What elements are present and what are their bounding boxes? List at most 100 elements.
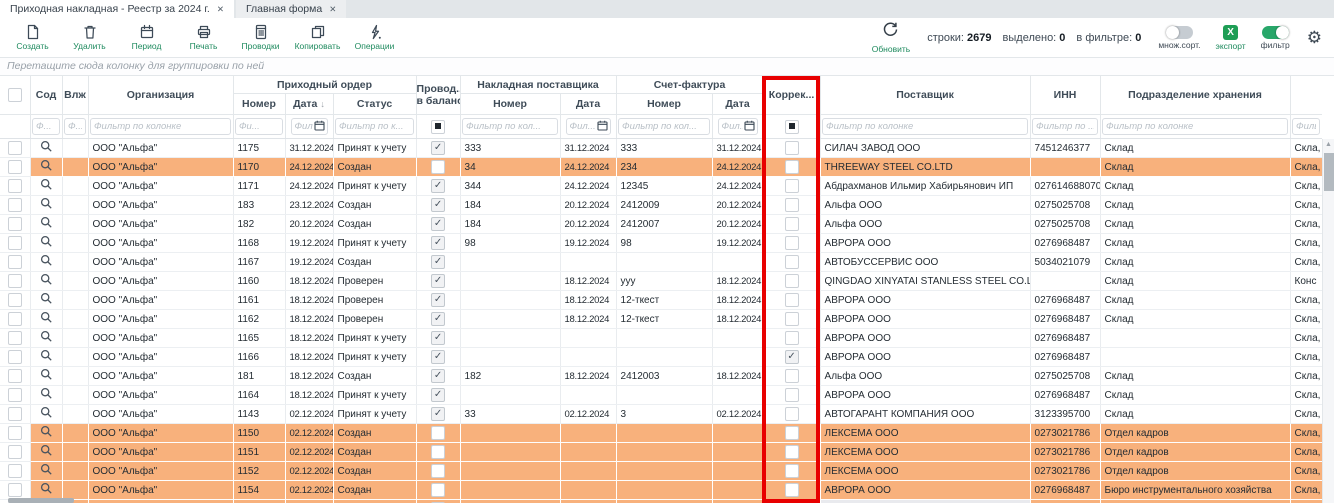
column-header-wh[interactable]: [1290, 76, 1322, 115]
checkbox-checked[interactable]: ✓: [431, 293, 445, 307]
checkbox-unchecked[interactable]: [8, 407, 22, 421]
filter-input-vlzh[interactable]: [64, 118, 86, 135]
checkbox-checked[interactable]: ✓: [431, 350, 445, 364]
checkbox-unchecked[interactable]: [8, 179, 22, 193]
table-row[interactable]: ООО "Альфа"18118.12.2024Создан✓18218.12.…: [0, 367, 1322, 386]
view-details-icon[interactable]: [40, 335, 53, 346]
column-header-po_num[interactable]: Номер: [233, 94, 285, 115]
view-details-icon[interactable]: [40, 259, 53, 270]
filter-input-po_date[interactable]: [294, 120, 314, 133]
view-details-icon[interactable]: [40, 221, 53, 232]
vertical-scrollbar[interactable]: ▲: [1322, 139, 1334, 503]
checkbox-unchecked[interactable]: [785, 255, 799, 269]
tristate-checkbox[interactable]: [785, 120, 799, 134]
table-row[interactable]: ООО "Альфа"116518.12.2024Принят к учету✓…: [0, 329, 1322, 348]
filter-input-sod[interactable]: [32, 118, 60, 135]
column-header-sf_date[interactable]: Дата: [712, 94, 763, 115]
checkbox-unchecked[interactable]: [8, 236, 22, 250]
checkbox-unchecked[interactable]: [8, 198, 22, 212]
calendar-small-icon[interactable]: [314, 120, 325, 134]
column-header-balance[interactable]: Провод...в балансе: [416, 76, 460, 115]
tab-2[interactable]: Главная форма✕: [236, 0, 346, 18]
view-details-icon[interactable]: [40, 411, 53, 422]
checkbox-checked[interactable]: ✓: [431, 255, 445, 269]
проводки-button[interactable]: Проводки: [232, 20, 289, 56]
checkbox-unchecked[interactable]: [785, 483, 799, 497]
view-details-icon[interactable]: [40, 392, 53, 403]
date-filter[interactable]: [291, 118, 328, 135]
horizontal-scrollbar-thumb[interactable]: [8, 498, 74, 503]
column-header-po_date[interactable]: Дата↓: [285, 94, 333, 115]
view-details-icon[interactable]: [40, 373, 53, 384]
filter-input-dept[interactable]: [1102, 118, 1288, 135]
checkbox-unchecked[interactable]: [8, 369, 22, 383]
view-details-icon[interactable]: [40, 487, 53, 498]
checkbox-unchecked[interactable]: [8, 350, 22, 364]
checkbox-checked[interactable]: ✓: [431, 198, 445, 212]
column-header-inn[interactable]: ИНН: [1030, 76, 1100, 115]
tab-close-icon[interactable]: ✕: [217, 4, 224, 15]
view-details-icon[interactable]: [40, 240, 53, 251]
view-details-icon[interactable]: [40, 164, 53, 175]
checkbox-unchecked[interactable]: [431, 483, 445, 497]
table-row[interactable]: ООО "Альфа"114302.12.2024Принят к учету✓…: [0, 405, 1322, 424]
table-row[interactable]: ООО "Альфа"117531.12.2024Принят к учету✓…: [0, 139, 1322, 158]
column-header-vlzh[interactable]: Влж: [62, 76, 88, 115]
filter-input-np_date[interactable]: [569, 120, 597, 133]
column-header-dept[interactable]: Подразделение хранения: [1100, 76, 1290, 115]
checkbox-unchecked[interactable]: [785, 331, 799, 345]
checkbox-checked[interactable]: ✓: [431, 217, 445, 231]
export-button[interactable]: Xэкспорт: [1215, 25, 1245, 51]
refresh-button[interactable]: Обновить: [872, 21, 911, 54]
tab-1[interactable]: Приходная накладная - Реестр за 2024 г.✕: [0, 0, 234, 18]
checkbox-checked[interactable]: ✓: [431, 179, 445, 193]
column-header-sf_num[interactable]: Номер: [616, 94, 712, 115]
view-details-icon[interactable]: [40, 449, 53, 460]
множсорт-toggle[interactable]: множ.сорт.: [1158, 26, 1200, 50]
view-details-icon[interactable]: [40, 430, 53, 441]
checkbox-unchecked[interactable]: [785, 160, 799, 174]
checkbox-unchecked[interactable]: [8, 464, 22, 478]
checkbox-checked[interactable]: ✓: [431, 312, 445, 326]
период-button[interactable]: Период: [118, 20, 175, 56]
view-details-icon[interactable]: [40, 278, 53, 289]
table-row[interactable]: ООО "Альфа"115302.12.2024СозданЛЕКСЕМА О…: [0, 500, 1322, 503]
column-header-supplier[interactable]: Поставщик: [820, 76, 1030, 115]
checkbox-checked[interactable]: ✓: [431, 369, 445, 383]
checkbox-unchecked[interactable]: [785, 445, 799, 459]
checkbox-unchecked[interactable]: [8, 217, 22, 231]
filter-input-np_num[interactable]: [462, 118, 558, 135]
toggle-switch[interactable]: [1262, 26, 1289, 39]
checkbox-unchecked[interactable]: [785, 274, 799, 288]
view-details-icon[interactable]: [40, 145, 53, 156]
tab-close-icon[interactable]: ✕: [329, 4, 336, 15]
checkbox-unchecked[interactable]: [785, 179, 799, 193]
фильтр-toggle[interactable]: фильтр: [1261, 26, 1290, 50]
view-details-icon[interactable]: [40, 354, 53, 365]
date-filter[interactable]: [718, 118, 758, 135]
filter-input-supplier[interactable]: [822, 118, 1028, 135]
checkbox-unchecked[interactable]: [785, 369, 799, 383]
table-row[interactable]: ООО "Альфа"18323.12.2024Создан✓18420.12.…: [0, 196, 1322, 215]
table-row[interactable]: ООО "Альфа"116618.12.2024Принят к учету✓…: [0, 348, 1322, 367]
checkbox-unchecked[interactable]: [8, 293, 22, 307]
filter-input-org[interactable]: [90, 118, 231, 135]
vertical-scrollbar-thumb[interactable]: [1324, 153, 1334, 191]
view-details-icon[interactable]: [40, 183, 53, 194]
checkbox-unchecked[interactable]: [785, 388, 799, 402]
table-row[interactable]: ООО "Альфа"115002.12.2024СозданЛЕКСЕМА О…: [0, 424, 1322, 443]
checkbox-checked[interactable]: ✓: [431, 407, 445, 421]
checkbox-unchecked[interactable]: [785, 407, 799, 421]
filter-input-sf_date[interactable]: [721, 120, 744, 133]
view-details-icon[interactable]: [40, 297, 53, 308]
column-header-np_num[interactable]: Номер: [460, 94, 560, 115]
column-header-np_date[interactable]: Дата: [560, 94, 616, 115]
checkbox-unchecked[interactable]: [8, 388, 22, 402]
печать-button[interactable]: Печать: [175, 20, 232, 56]
column-header-korr[interactable]: Коррек...: [763, 76, 820, 115]
table-row[interactable]: ООО "Альфа"116719.12.2024Создан✓АВТОБУСС…: [0, 253, 1322, 272]
копировать-button[interactable]: Копировать: [289, 20, 346, 56]
создать-button[interactable]: Создать: [4, 20, 61, 56]
table-row[interactable]: ООО "Альфа"116819.12.2024Принят к учету✓…: [0, 234, 1322, 253]
checkbox-checked[interactable]: ✓: [431, 331, 445, 345]
